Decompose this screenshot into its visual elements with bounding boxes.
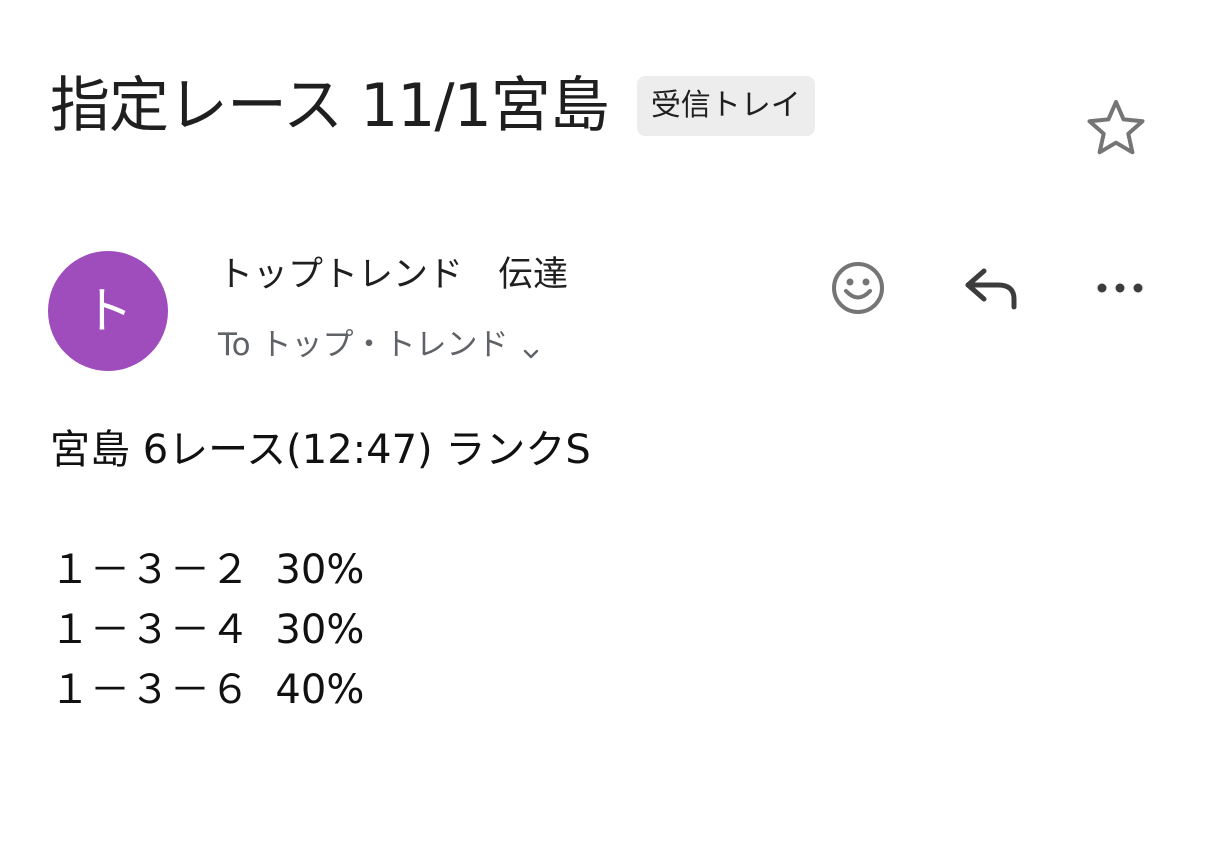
reply-button[interactable] [956, 254, 1024, 322]
subject-row: 指定レース 11/1宮島 受信トレイ [50, 66, 815, 146]
body-heading: 宮島 6レース(12:47) ランクS [50, 427, 591, 473]
sender-avatar[interactable]: ト [48, 251, 168, 371]
email-view: 指定レース 11/1宮島 受信トレイ ト トップトレンド 伝達 To トップ・ト… [0, 0, 1206, 857]
email-subject: 指定レース 11/1宮島 [50, 71, 610, 141]
sender-name[interactable]: トップトレンド 伝達 [218, 250, 568, 300]
star-icon[interactable] [1084, 96, 1148, 160]
add-reaction-button[interactable] [824, 254, 892, 322]
recipient-details-toggle[interactable]: To トップ・トレンド [218, 322, 543, 368]
body-line: １－３－６ 40% [50, 667, 365, 713]
body-line: １－３－２ 30% [50, 547, 365, 593]
more-options-button[interactable] [1086, 254, 1154, 322]
email-body: 宮島 6レース(12:47) ランクS １－３－２ 30% １－３－４ 30% … [50, 420, 591, 720]
reply-icon [965, 268, 1017, 310]
smile-icon [832, 262, 884, 314]
more-horizontal-icon [1097, 283, 1143, 293]
recipient-line: To トップ・トレンド [218, 327, 509, 363]
chevron-down-icon [519, 333, 543, 359]
body-line: １－３－４ 30% [50, 607, 365, 653]
inbox-label-chip[interactable]: 受信トレイ [636, 76, 815, 136]
